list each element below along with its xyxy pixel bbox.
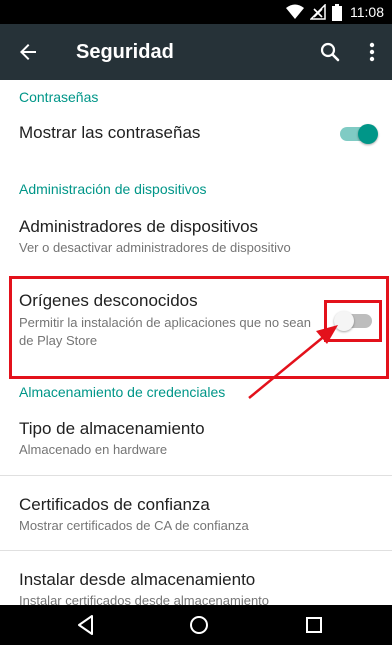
battery-icon <box>332 3 342 21</box>
signal-icon <box>310 4 326 20</box>
setting-trusted-certificates[interactable]: Certificados de confianza Mostrar certif… <box>0 482 392 550</box>
setting-subtitle: Ver o desactivar administradores de disp… <box>19 240 291 255</box>
section-header-device-admin: Administración de dispositivos <box>19 181 207 197</box>
page-title: Seguridad <box>76 41 174 63</box>
highlight-box-toggle <box>324 300 382 342</box>
setting-install-from-storage[interactable]: Instalar desde almacenamiento Instalar c… <box>0 557 392 605</box>
navigation-bar <box>0 605 392 645</box>
back-arrow-icon[interactable] <box>16 40 40 64</box>
back-nav-icon[interactable] <box>74 613 98 637</box>
setting-show-passwords[interactable]: Mostrar las contraseñas <box>0 110 392 158</box>
status-bar: 11:08 <box>0 0 392 24</box>
setting-subtitle: Instalar certificados desde almacenamien… <box>19 593 270 605</box>
setting-title: Mostrar las contraseñas <box>19 123 201 142</box>
divider <box>0 475 392 476</box>
wifi-icon <box>286 4 304 19</box>
setting-title: Tipo de almacenamiento <box>19 419 205 438</box>
home-nav-icon[interactable] <box>187 613 211 637</box>
setting-device-admins[interactable]: Administradores de dispositivos Ver o de… <box>0 204 392 264</box>
search-icon[interactable] <box>318 40 342 64</box>
divider <box>0 550 392 551</box>
status-time: 11:08 <box>350 4 384 20</box>
setting-subtitle: Mostrar certificados de CA de confianza <box>19 518 249 533</box>
app-bar: Seguridad <box>0 24 392 80</box>
status-icons: 11:08 <box>286 3 384 21</box>
show-passwords-toggle[interactable] <box>340 122 378 146</box>
more-options-icon[interactable] <box>360 40 384 64</box>
setting-title: Administradores de dispositivos <box>19 217 259 236</box>
toggle-thumb <box>358 124 378 144</box>
setting-title: Instalar desde almacenamiento <box>19 570 256 589</box>
setting-subtitle: Almacenado en hardware <box>19 442 168 457</box>
setting-storage-type[interactable]: Tipo de almacenamiento Almacenado en har… <box>0 406 392 474</box>
section-header-credential-storage: Almacenamiento de credenciales <box>19 384 226 400</box>
recents-nav-icon[interactable] <box>302 613 326 637</box>
section-header-passwords: Contraseñas <box>19 89 99 105</box>
setting-title: Certificados de confianza <box>19 495 210 514</box>
